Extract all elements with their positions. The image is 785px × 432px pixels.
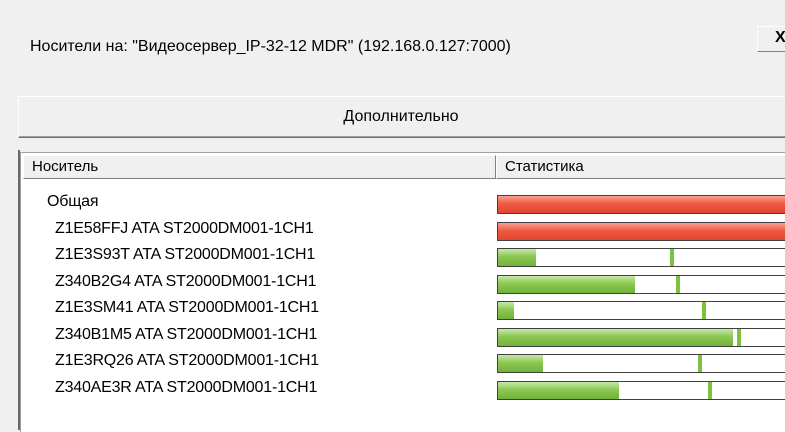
storage-name: Z340B2G4 ATA ST2000DM001-1CH1	[55, 272, 317, 290]
usage-bar-fill	[498, 328, 733, 346]
usage-bar	[497, 354, 785, 373]
list-item[interactable]: Z340AE3R ATA ST2000DM001-1CH1	[21, 378, 785, 402]
list-item[interactable]: Z1E3S93T ATA ST2000DM001-1CH1	[21, 245, 785, 269]
usage-bar-fill	[498, 381, 619, 399]
list-item[interactable]: Z1E3RQ26 ATA ST2000DM001-1CH1	[21, 351, 785, 375]
dialog-title: Носители на: "Видеосервер_IP-32-12 MDR" …	[30, 38, 511, 55]
list-item[interactable]: Z1E3SM41 ATA ST2000DM001-1CH1	[21, 298, 785, 322]
storage-name: Общая	[47, 193, 99, 210]
usage-bar	[497, 327, 785, 347]
close-button[interactable]: X	[757, 26, 785, 52]
usage-marker	[676, 275, 680, 293]
usage-bar	[497, 301, 785, 320]
usage-bar	[497, 195, 785, 214]
usage-marker	[702, 302, 706, 319]
list-item[interactable]: Z1E58FFJ ATA ST2000DM001-1CH1	[21, 219, 785, 243]
list-item[interactable]: Общая	[21, 192, 785, 216]
storage-name: Z1E3SM41 ATA ST2000DM001-1CH1	[55, 299, 319, 316]
usage-bar-fill	[498, 355, 543, 372]
column-header-storage[interactable]: Носитель	[23, 155, 496, 179]
storage-name: Z340AE3R ATA ST2000DM001-1CH1	[55, 378, 318, 396]
storage-name: Z1E3S93T ATA ST2000DM001-1CH1	[55, 246, 316, 263]
usage-marker	[737, 328, 741, 346]
usage-marker	[670, 249, 674, 266]
usage-bar	[497, 221, 785, 241]
usage-bar-fill	[498, 302, 514, 319]
usage-bar-fill	[498, 196, 785, 213]
storage-name: Z1E3RQ26 ATA ST2000DM001-1CH1	[55, 352, 319, 369]
additional-button[interactable]: Дополнительно	[18, 96, 785, 138]
storage-name: Z340B1M5 ATA ST2000DM001-1CH1	[55, 325, 318, 343]
usage-marker	[698, 355, 702, 372]
storage-list[interactable]: Носитель Статистика Общая Z1E58FFJ ATA ST…	[20, 152, 785, 432]
usage-bar	[497, 248, 785, 267]
list-item[interactable]: Z340B1M5 ATA ST2000DM001-1CH1	[21, 325, 785, 349]
usage-bar	[497, 274, 785, 294]
usage-bar-fill	[498, 275, 635, 293]
usage-marker	[708, 381, 712, 399]
usage-bar	[497, 380, 785, 400]
dialog-header: Носители на: "Видеосервер_IP-32-12 MDR" …	[0, 0, 785, 92]
usage-bar-fill	[498, 249, 536, 266]
storage-name: Z1E58FFJ ATA ST2000DM001-1CH1	[55, 219, 314, 237]
column-header-statistics[interactable]: Статистика	[496, 155, 785, 179]
list-item[interactable]: Z340B2G4 ATA ST2000DM001-1CH1	[21, 272, 785, 296]
usage-bar-fill	[498, 222, 785, 240]
